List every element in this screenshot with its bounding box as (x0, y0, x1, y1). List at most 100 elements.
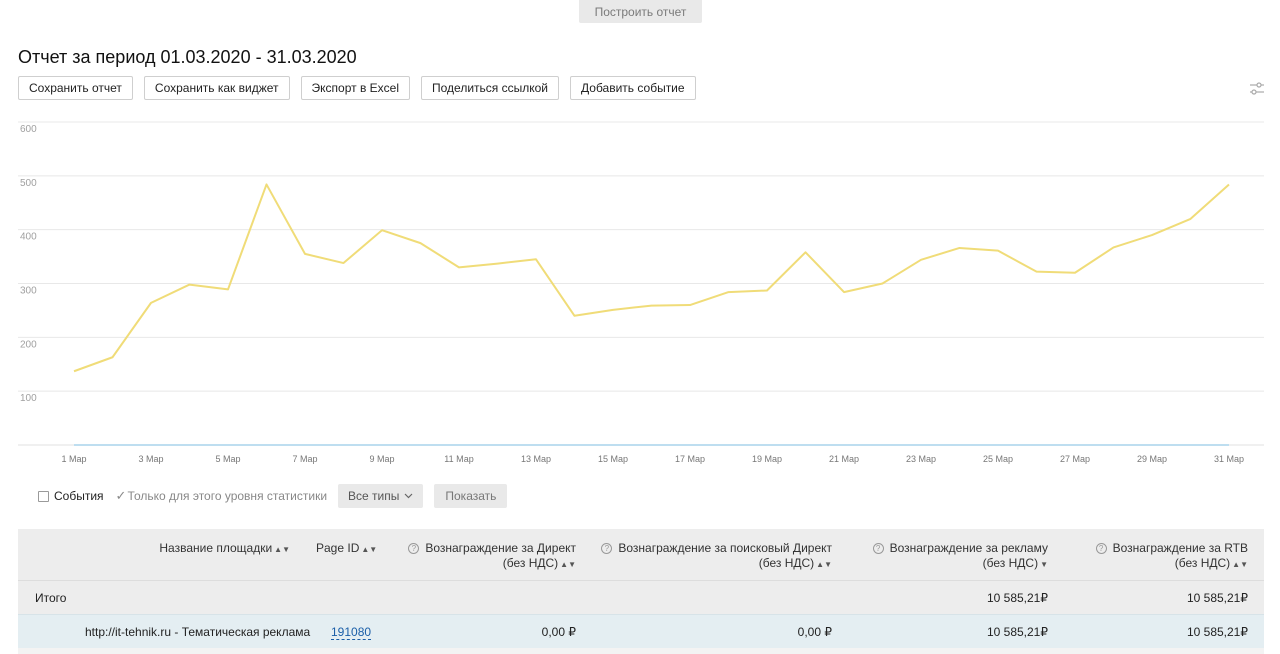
data-point[interactable] (1226, 181, 1232, 187)
data-point[interactable] (764, 442, 770, 448)
data-point[interactable] (418, 240, 424, 246)
data-point[interactable] (957, 442, 963, 448)
col-search-direct[interactable]: ? Вознаграждение за поисковый Директ (без… (601, 541, 832, 572)
level-only-check-icon[interactable]: ✓ (116, 488, 127, 504)
data-point[interactable] (71, 442, 77, 448)
data-point[interactable] (687, 302, 693, 308)
data-point[interactable] (687, 442, 693, 448)
direct-cell: 0,00 ₽ (541, 625, 576, 639)
sort-icon: ▲▼ (274, 545, 290, 554)
data-point[interactable] (110, 442, 116, 448)
table-header: Название площадки ▲▼ Page ID ▲▼ ? Вознаграж… (18, 529, 1264, 580)
data-point[interactable] (1072, 270, 1078, 276)
data-point[interactable] (572, 313, 578, 319)
data-point[interactable] (495, 442, 501, 448)
data-point[interactable] (649, 303, 655, 309)
data-point[interactable] (610, 442, 616, 448)
data-point[interactable] (880, 281, 886, 287)
data-point[interactable] (264, 181, 270, 187)
data-point[interactable] (649, 442, 655, 448)
data-point[interactable] (187, 282, 193, 288)
save-widget-button[interactable]: Сохранить как виджет (143, 76, 290, 100)
data-point[interactable] (1111, 442, 1117, 448)
data-point[interactable] (1226, 442, 1232, 448)
col-direct[interactable]: ? Вознаграждение за Директ (без НДС) ▲▼ (408, 541, 576, 572)
series-line-0 (73, 183, 1230, 373)
data-point[interactable] (1072, 442, 1078, 448)
show-events-button[interactable]: Показать (434, 484, 508, 508)
data-point[interactable] (187, 442, 193, 448)
total-rtb: 10 585,21₽ (1186, 591, 1248, 605)
x-tick-label: 1 Мар (61, 454, 86, 464)
data-point[interactable] (841, 442, 847, 448)
data-point[interactable] (572, 442, 578, 448)
page-id-link[interactable]: 191080 (331, 625, 372, 640)
data-point[interactable] (225, 442, 231, 448)
data-point[interactable] (726, 442, 732, 448)
x-tick-label: 5 Мар (215, 454, 240, 464)
data-point[interactable] (1149, 232, 1155, 238)
data-point[interactable] (1149, 442, 1155, 448)
data-point[interactable] (995, 442, 1001, 448)
data-point[interactable] (1034, 442, 1040, 448)
data-point[interactable] (803, 249, 809, 255)
data-point[interactable] (264, 442, 270, 448)
data-point[interactable] (1034, 269, 1040, 275)
data-point[interactable] (764, 287, 770, 293)
data-point[interactable] (918, 442, 924, 448)
build-report-button[interactable]: Построить отчет (579, 0, 702, 23)
help-icon[interactable]: ? (601, 543, 613, 554)
data-point[interactable] (957, 245, 963, 251)
data-point[interactable] (610, 307, 616, 313)
events-checkbox[interactable] (38, 490, 49, 502)
data-point[interactable] (1188, 442, 1194, 448)
col-site-name[interactable]: Название площадки ▲▼ (159, 541, 290, 557)
data-point[interactable] (341, 260, 347, 266)
data-point[interactable] (110, 354, 116, 360)
data-point[interactable] (71, 368, 77, 374)
data-point[interactable] (1111, 244, 1117, 250)
col-page-id[interactable]: Page ID ▲▼ (316, 541, 377, 557)
col-rtb[interactable]: ? Вознаграждение за RTB (без НДС) ▲▼ (1095, 541, 1248, 572)
chevron-down-icon (404, 493, 413, 499)
share-link-button[interactable]: Поделиться ссылкой (421, 76, 560, 100)
data-point[interactable] (918, 257, 924, 263)
data-point[interactable] (880, 442, 886, 448)
table-footer (18, 648, 1264, 654)
data-point[interactable] (995, 248, 1001, 254)
data-point[interactable] (533, 442, 539, 448)
data-point[interactable] (302, 251, 308, 257)
data-point[interactable] (418, 442, 424, 448)
total-row: Итого 10 585,21₽ 10 585,21₽ (18, 580, 1264, 614)
data-point[interactable] (341, 442, 347, 448)
data-point[interactable] (456, 264, 462, 270)
data-point[interactable] (1188, 216, 1194, 222)
add-event-button[interactable]: Добавить событие (570, 76, 696, 100)
col-ads[interactable]: ? Вознаграждение за рекламу (без НДС) ▼ (872, 541, 1048, 572)
data-point[interactable] (225, 286, 231, 292)
export-excel-button[interactable]: Экспорт в Excel (300, 76, 411, 100)
help-icon[interactable]: ? (872, 543, 884, 554)
help-icon[interactable]: ? (1095, 543, 1107, 554)
data-point[interactable] (456, 442, 462, 448)
y-tick-label: 500 (20, 178, 37, 189)
data-point[interactable] (726, 289, 732, 295)
save-report-button[interactable]: Сохранить отчет (18, 76, 133, 100)
y-tick-label: 200 (20, 339, 37, 350)
data-point[interactable] (533, 256, 539, 262)
sort-icon: ▲▼ (1232, 560, 1248, 569)
data-point[interactable] (495, 261, 501, 267)
data-point[interactable] (302, 442, 308, 448)
x-tick-label: 13 Мар (521, 454, 551, 464)
settings-sliders-icon[interactable] (1249, 81, 1265, 97)
data-point[interactable] (841, 289, 847, 295)
data-point[interactable] (148, 442, 154, 448)
data-point[interactable] (803, 442, 809, 448)
data-point[interactable] (379, 227, 385, 233)
x-tick-label: 25 Мар (983, 454, 1013, 464)
help-icon[interactable]: ? (408, 543, 420, 554)
data-point[interactable] (148, 300, 154, 306)
data-point[interactable] (379, 442, 385, 448)
event-types-dropdown[interactable]: Все типы (338, 484, 424, 508)
page-id-anchor[interactable]: 191080 (331, 625, 372, 640)
